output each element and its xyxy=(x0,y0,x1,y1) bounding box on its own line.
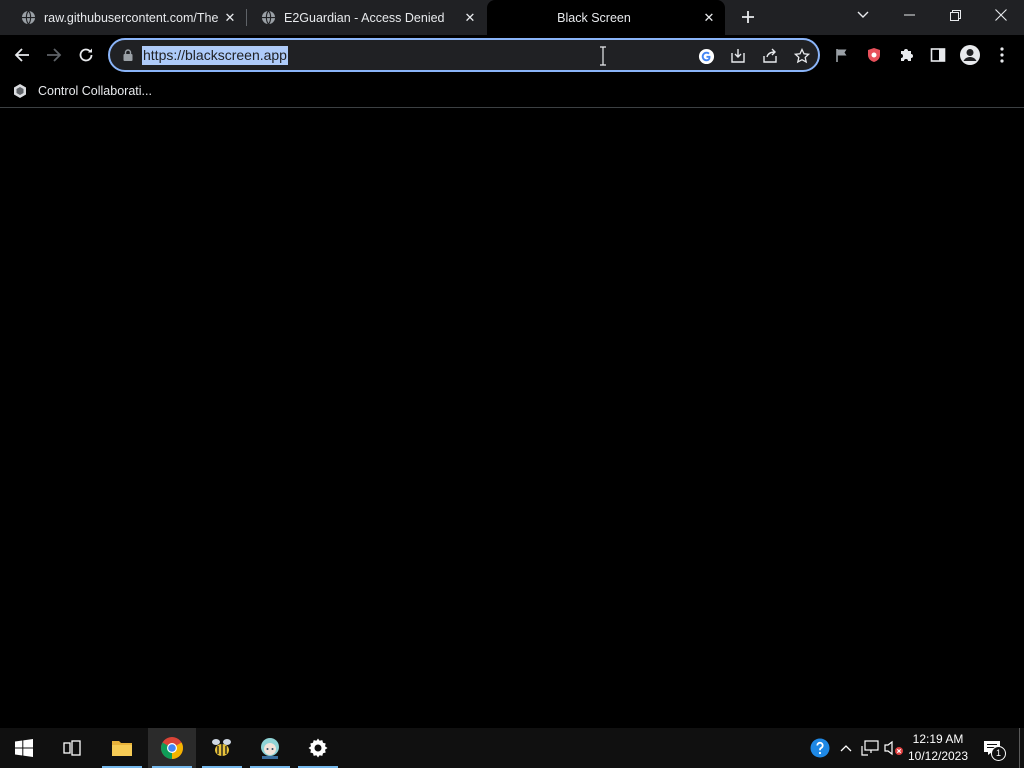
chrome-icon xyxy=(161,737,183,759)
clock-time: 12:19 AM xyxy=(912,732,964,746)
close-window-button[interactable] xyxy=(978,0,1024,30)
back-button[interactable] xyxy=(8,39,36,71)
new-tab-button[interactable] xyxy=(736,5,760,29)
bookmark-label: Control Collaborati... xyxy=(38,84,152,98)
bookmarks-bar: Control Collaborati... xyxy=(0,75,1024,108)
close-icon xyxy=(995,9,1007,21)
file-explorer-button[interactable] xyxy=(98,728,146,768)
address-bar-url[interactable]: https://blackscreen.app xyxy=(142,46,288,65)
side-panel-button[interactable] xyxy=(924,39,952,71)
windows-taskbar: 12:19 AM 10/12/2023 1 xyxy=(0,728,1024,768)
gear-icon xyxy=(308,738,328,758)
address-bar[interactable]: https://blackscreen.app xyxy=(108,38,820,72)
chevron-up-icon[interactable] xyxy=(836,738,856,758)
tab-title: raw.githubusercontent.com/The xyxy=(44,10,219,25)
bee-app-icon xyxy=(212,739,231,756)
start-button[interactable] xyxy=(0,728,48,768)
plus-icon xyxy=(742,11,754,23)
puzzle-icon xyxy=(901,49,913,61)
tab-e2guardian[interactable]: E2Guardian - Access Denied ✕ xyxy=(240,0,486,35)
close-icon[interactable]: ✕ xyxy=(222,10,238,26)
folder-icon xyxy=(112,741,132,756)
bookmark-control-collaboration[interactable]: Control Collaborati... xyxy=(12,81,152,101)
text-cursor-icon xyxy=(598,46,608,66)
action-center-button[interactable]: 1 xyxy=(980,736,1006,761)
restore-icon xyxy=(949,9,961,21)
globe-icon xyxy=(20,10,36,26)
chrome-button[interactable] xyxy=(148,728,196,768)
globe-icon xyxy=(260,10,276,26)
network-icon[interactable] xyxy=(860,738,880,758)
extensions-button[interactable] xyxy=(892,39,920,71)
menu-button[interactable] xyxy=(988,39,1016,71)
settings-button[interactable] xyxy=(294,728,342,768)
tab-search-button[interactable] xyxy=(840,0,886,30)
tab-title: E2Guardian - Access Denied xyxy=(284,10,445,25)
minimize-button[interactable] xyxy=(886,0,932,30)
arrow-right-icon xyxy=(47,48,62,62)
side-panel-icon xyxy=(930,48,946,62)
clock-date: 10/12/2023 xyxy=(907,749,969,763)
control-collaboration-icon xyxy=(12,83,28,99)
task-view-button[interactable] xyxy=(48,728,96,768)
notification-count-badge: 1 xyxy=(991,746,1006,761)
anime-app-icon xyxy=(261,738,279,759)
tab-github[interactable]: raw.githubusercontent.com/The ✕ xyxy=(0,0,246,35)
shield-extension-button[interactable] xyxy=(860,39,888,71)
show-desktop-button[interactable] xyxy=(1019,728,1020,768)
profile-button[interactable] xyxy=(956,39,984,71)
share-icon[interactable] xyxy=(760,46,780,66)
restore-button[interactable] xyxy=(932,0,978,30)
app-anime-button[interactable] xyxy=(246,728,294,768)
tab-black-screen[interactable]: Black Screen ✕ xyxy=(487,0,725,35)
close-icon[interactable]: ✕ xyxy=(701,10,717,26)
flag-icon xyxy=(836,49,847,62)
flag-extension-button[interactable] xyxy=(828,39,856,71)
arrow-left-icon xyxy=(14,48,29,62)
volume-muted-icon[interactable] xyxy=(884,738,904,758)
reload-button[interactable] xyxy=(72,39,100,71)
install-app-icon[interactable] xyxy=(728,46,748,66)
help-icon[interactable] xyxy=(810,738,830,758)
chevron-down-icon xyxy=(857,11,869,18)
more-vert-icon xyxy=(1000,47,1004,63)
browser-toolbar: https://blackscreen.app xyxy=(0,35,1024,75)
tab-strip: raw.githubusercontent.com/The ✕ E2Guardi… xyxy=(0,0,1024,35)
google-lens-icon[interactable] xyxy=(696,46,716,66)
task-view-icon xyxy=(63,740,81,756)
minimize-icon xyxy=(903,14,915,16)
tab-title: Black Screen xyxy=(557,10,631,25)
forward-button[interactable] xyxy=(40,39,68,71)
system-clock[interactable]: 12:19 AM 10/12/2023 xyxy=(904,731,972,765)
lock-icon[interactable] xyxy=(121,48,135,62)
reload-icon xyxy=(79,48,93,62)
windows-logo-icon xyxy=(15,739,33,757)
shield-icon xyxy=(868,48,880,62)
avatar-icon xyxy=(960,45,980,65)
bookmark-star-icon[interactable] xyxy=(792,46,812,66)
app-bee-button[interactable] xyxy=(198,728,246,768)
page-content-black-screen[interactable] xyxy=(0,109,1024,728)
close-icon[interactable]: ✕ xyxy=(462,10,478,26)
